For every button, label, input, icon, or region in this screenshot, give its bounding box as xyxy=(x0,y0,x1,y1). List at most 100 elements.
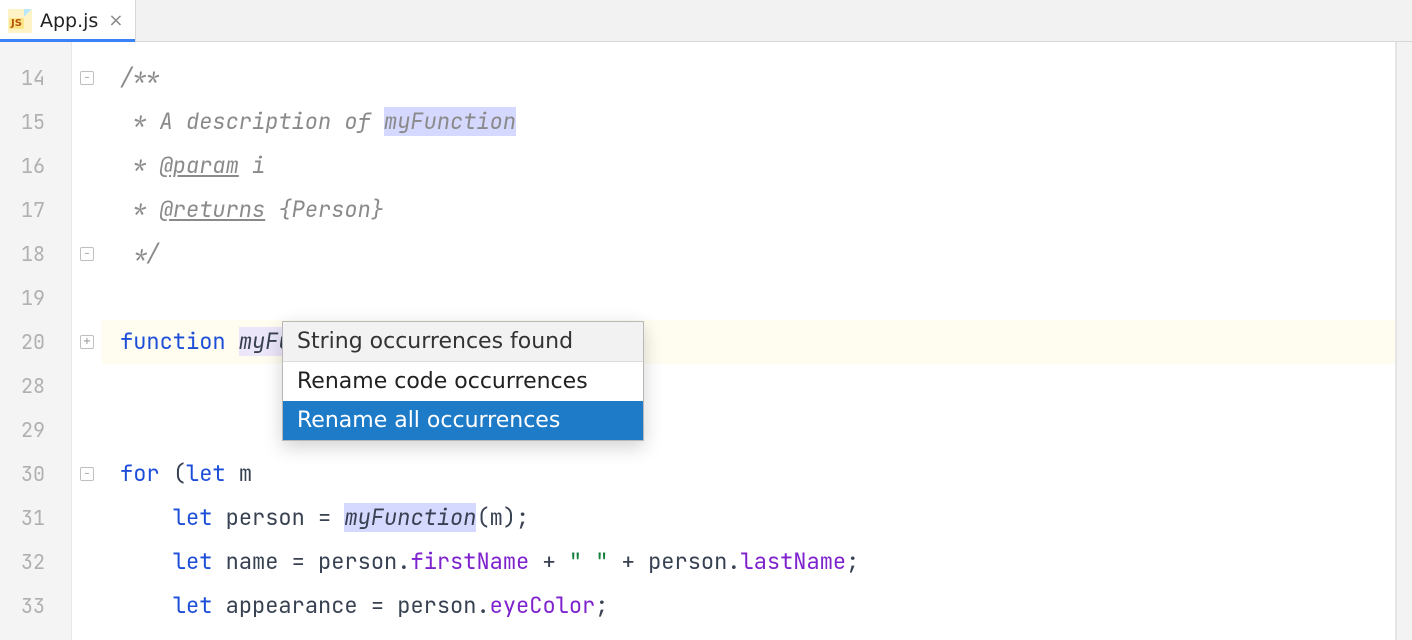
code-token: ); xyxy=(503,503,529,532)
code-token: * xyxy=(120,195,160,224)
code-token xyxy=(120,547,173,576)
fold-column: – – + – xyxy=(72,42,102,640)
fold-collapse-icon[interactable]: – xyxy=(80,71,94,85)
line-number: 31 xyxy=(0,496,71,540)
code-token: ; xyxy=(846,547,859,576)
line-number: 16 xyxy=(0,144,71,188)
code-token: * xyxy=(120,151,160,180)
line-number: 32 xyxy=(0,540,71,584)
fold-cell: + xyxy=(72,320,102,364)
code-token: name xyxy=(226,547,279,576)
fold-collapse-icon[interactable]: – xyxy=(80,467,94,481)
code-line[interactable]: for (let m xyxy=(102,452,1412,496)
popup-menu-item[interactable]: Rename all occurrences xyxy=(283,401,643,440)
fold-cell xyxy=(72,408,102,452)
fold-collapse-icon[interactable]: – xyxy=(80,247,94,261)
code-token: myFunction xyxy=(344,503,476,532)
code-token: let xyxy=(186,459,239,488)
code-token: myFunction xyxy=(384,107,516,136)
code-line[interactable]: */ xyxy=(102,232,1412,276)
code-line[interactable]: let appearance = person.eyeColor; xyxy=(102,584,1412,628)
code-token: = xyxy=(305,503,345,532)
line-number: 28 xyxy=(0,364,71,408)
code-token: . xyxy=(476,591,489,620)
code-area: 14151617181920282930313233 – – + – /** * A … xyxy=(0,42,1412,640)
code-token: appearance xyxy=(226,591,358,620)
code-token: person xyxy=(226,503,305,532)
code-token: m xyxy=(239,459,252,488)
line-number: 29 xyxy=(0,408,71,452)
line-number-gutter: 14151617181920282930313233 xyxy=(0,42,72,640)
code-token: ( xyxy=(476,503,489,532)
code-token: person xyxy=(397,591,476,620)
code-token: m xyxy=(490,503,503,532)
code-token: = xyxy=(358,591,398,620)
code-token: person xyxy=(648,547,727,576)
rename-popup: String occurrences found Rename code occ… xyxy=(282,321,644,441)
code-token: person xyxy=(318,547,397,576)
close-icon[interactable]: × xyxy=(106,10,125,31)
code-token: let xyxy=(173,503,226,532)
file-tab[interactable]: App.js × xyxy=(0,0,136,41)
fold-cell xyxy=(72,276,102,320)
editor-window: App.js × 14151617181920282930313233 ––+–… xyxy=(0,0,1412,640)
fold-cell: – xyxy=(72,232,102,276)
line-number: 15 xyxy=(0,100,71,144)
fold-cell: – xyxy=(72,452,102,496)
code-token: A description of xyxy=(160,107,384,136)
code-line[interactable]: * A description of myFunction xyxy=(102,100,1412,144)
code-token: . xyxy=(397,547,410,576)
code-line[interactable]: * @returns {Person} xyxy=(102,188,1412,232)
code-token: * xyxy=(120,107,160,136)
code-token: @param xyxy=(160,151,239,180)
code-token: */ xyxy=(120,239,160,268)
fold-expand-icon[interactable]: + xyxy=(80,335,94,349)
code-token: lastName xyxy=(741,547,847,576)
code-token: = xyxy=(278,547,318,576)
code-token: @returns xyxy=(160,195,266,224)
fold-cell xyxy=(72,364,102,408)
code-token: + xyxy=(608,547,648,576)
fold-cell xyxy=(72,144,102,188)
tab-filename: App.js xyxy=(40,10,98,32)
code-token: ( xyxy=(173,459,186,488)
code-token: firstName xyxy=(410,547,529,576)
code-line[interactable]: let person = myFunction(m); xyxy=(102,496,1412,540)
vertical-scrollbar[interactable] xyxy=(1396,42,1412,640)
popup-menu-item[interactable]: Rename code occurrences xyxy=(283,362,643,401)
code-token xyxy=(120,591,173,620)
code-token: function xyxy=(120,327,239,356)
fold-cell xyxy=(72,100,102,144)
fold-cell xyxy=(72,188,102,232)
code-line[interactable]: * @param i xyxy=(102,144,1412,188)
code-token: + xyxy=(529,547,569,576)
line-number: 20 xyxy=(0,320,71,364)
tab-bar: App.js × xyxy=(0,0,1412,42)
code-line[interactable]: /** xyxy=(102,56,1412,100)
line-number: 17 xyxy=(0,188,71,232)
code-token: " " xyxy=(569,547,609,576)
code-line[interactable] xyxy=(102,276,1412,320)
fold-cell xyxy=(72,496,102,540)
code-token: {Person} xyxy=(265,195,384,224)
fold-cell xyxy=(72,584,102,628)
line-number: 33 xyxy=(0,584,71,628)
line-number: 30 xyxy=(0,452,71,496)
fold-cell xyxy=(72,540,102,584)
code-token: i xyxy=(239,151,265,180)
popup-header: String occurrences found xyxy=(283,322,643,362)
line-number: 18 xyxy=(0,232,71,276)
code-token: eyeColor xyxy=(490,591,596,620)
code-token: . xyxy=(727,547,740,576)
line-number: 19 xyxy=(0,276,71,320)
code-token xyxy=(120,503,173,532)
fold-cell: – xyxy=(72,56,102,100)
code-token: let xyxy=(173,591,226,620)
code-token: let xyxy=(173,547,226,576)
code-token: ; xyxy=(595,591,608,620)
line-number: 14 xyxy=(0,56,71,100)
code-token: /** xyxy=(120,63,160,92)
code-line[interactable]: let name = person.firstName + " " + pers… xyxy=(102,540,1412,584)
js-file-icon xyxy=(8,9,32,33)
code-token: for xyxy=(120,459,173,488)
